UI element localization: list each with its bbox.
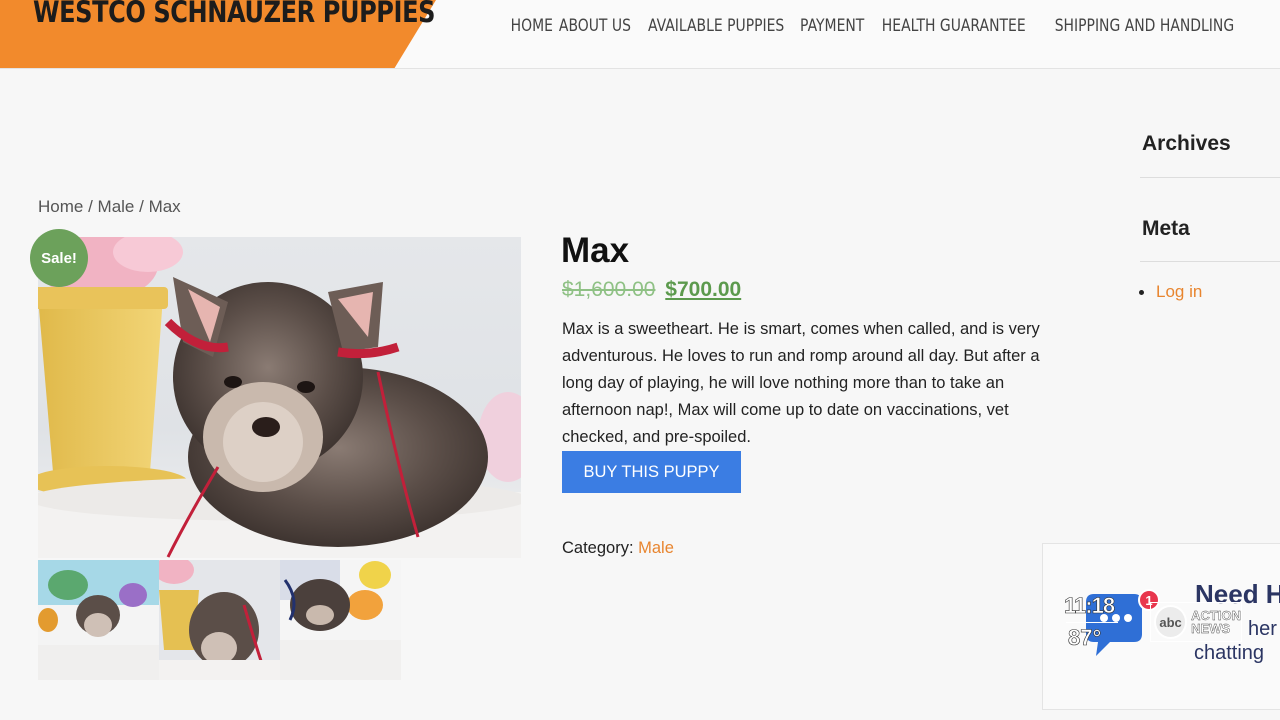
chat-text-line: chatting: [1194, 642, 1265, 664]
chat-text-line: her: [1248, 618, 1277, 640]
nav-available-puppies[interactable]: AVAILABLE PUPPIES: [648, 16, 784, 36]
divider: [1140, 261, 1280, 262]
login-link[interactable]: Log in: [1156, 282, 1202, 302]
site-logo[interactable]: WESTCO SCHNAUZER PUPPIES: [33, 0, 435, 29]
nav-health-guarantee[interactable]: HEALTH GUARANTEE: [882, 16, 1026, 36]
puppy-photo: [38, 237, 521, 558]
main-nav: HOME ABOUT US AVAILABLE PUPPIES PAYMENT …: [504, 16, 1254, 36]
breadcrumb: Home / Male / Max: [38, 197, 181, 217]
meta-links: Log in: [1139, 282, 1202, 302]
abc-logo-icon: abc: [1154, 605, 1188, 639]
tv-brand-line: NEWS: [1191, 621, 1231, 636]
divider: [1140, 177, 1280, 178]
product-title: Max: [561, 231, 630, 270]
original-price: $1,600.00: [562, 278, 656, 301]
breadcrumb-current: Max: [148, 197, 181, 216]
breadcrumb-home[interactable]: Home: [38, 197, 83, 216]
tv-station-logo: abc ACTION NEWS: [1150, 602, 1242, 642]
category-label: Category:: [562, 539, 639, 557]
product-description: Max is a sweetheart. He is smart, comes …: [562, 320, 1040, 446]
breadcrumb-separator: /: [134, 197, 149, 216]
tv-divider: [1066, 622, 1118, 623]
tv-brand: ACTION NEWS: [1191, 609, 1241, 635]
category-link[interactable]: Male: [638, 539, 674, 557]
buy-this-puppy-button[interactable]: BUY THIS PUPPY: [562, 451, 741, 493]
sale-price: $700.00: [665, 278, 742, 301]
archives-heading: Archives: [1142, 132, 1231, 155]
thumbnail-1[interactable]: [38, 560, 159, 680]
tv-time: 11:18: [1064, 593, 1116, 619]
nav-shipping-handling[interactable]: SHIPPING AND HANDLING: [1055, 16, 1234, 36]
tv-temperature: 87°: [1068, 625, 1102, 651]
thumbnail-2[interactable]: [159, 560, 280, 680]
product-category: Category: Male: [562, 539, 674, 558]
product-thumbnails: [38, 560, 401, 680]
meta-heading: Meta: [1142, 217, 1190, 240]
sale-badge: Sale!: [30, 229, 88, 287]
nav-about-us[interactable]: ABOUT US: [559, 16, 631, 36]
nav-payment[interactable]: PAYMENT: [800, 16, 864, 36]
nav-home[interactable]: HOME: [510, 16, 552, 36]
breadcrumb-separator: /: [83, 197, 98, 216]
product-price: $1,600.00 $700.00: [562, 278, 741, 302]
site-header: WESTCO SCHNAUZER PUPPIES HOME ABOUT US A…: [0, 0, 1280, 69]
breadcrumb-category[interactable]: Male: [98, 197, 135, 216]
meta-item-login: Log in: [1139, 282, 1202, 302]
thumbnail-3[interactable]: [280, 560, 401, 680]
product-main-image[interactable]: [38, 237, 521, 558]
